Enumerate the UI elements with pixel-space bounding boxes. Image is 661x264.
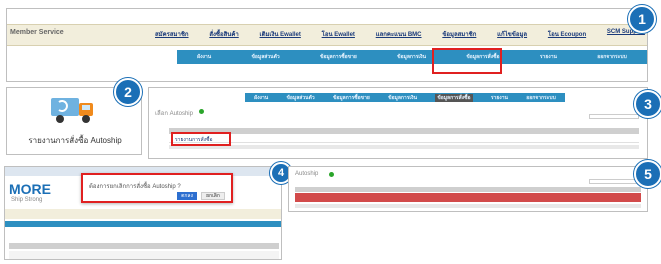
panel-autoship-report: ผังงาน ข้อมูลส่วนตัว ข้อมูลการซื้อขาย ข้… [148, 87, 648, 159]
tab-strip [5, 221, 281, 227]
dialog-message: ต้องการยกเลิกการสั่งซื้อ Autoship ? [89, 184, 181, 190]
table-header [169, 128, 639, 134]
subnav-item[interactable]: ข้อมูลการเงิน [397, 53, 426, 61]
autoship-report-label[interactable]: รายงานการสั่งซื้อ Autoship [13, 134, 137, 147]
panel-cancel-dialog: MORE Ship Strong ต้องการยกเลิกการสั่งซื้… [4, 166, 282, 260]
tab-bar: ผังงาน ข้อมูลส่วนตัว ข้อมูลการซื้อขาย ข้… [245, 93, 565, 102]
tab-item[interactable]: ข้อมูลส่วนตัว [287, 94, 315, 102]
status-label: Autoship [295, 171, 319, 177]
search-box[interactable] [589, 114, 639, 119]
nav-item[interactable]: สมัครสมาชิก [155, 29, 189, 39]
table-header [9, 243, 279, 249]
table-header [295, 187, 641, 192]
confirm-dialog: ต้องการยกเลิกการสั่งซื้อ Autoship ? ตกลง… [81, 173, 233, 203]
tab-item[interactable]: ข้อมูลการซื้อขาย [333, 94, 370, 102]
cancel-button[interactable]: ยกเลิก [201, 192, 225, 200]
nav-item[interactable]: แลกคะแนน BMC [376, 29, 422, 39]
tab-item[interactable]: ข้อมูลการสั่งซื้อ [435, 93, 473, 102]
nav-item[interactable]: ข้อมูลสมาชิก [442, 29, 476, 39]
nav-item[interactable]: โอน Ewallet [322, 29, 355, 39]
brand-sub: Ship Strong [11, 197, 43, 203]
status-dot [329, 172, 334, 177]
step-badge-3: 3 [634, 90, 661, 118]
top-nav: สมัครสมาชิก สั่งซื้อสินค้า เติมเงิน Ewal… [155, 29, 645, 39]
subnav-item[interactable]: ข้อมูลการซื้อขาย [320, 53, 357, 61]
row-link-text[interactable]: รายงานการสั่งซื้อ [175, 136, 213, 144]
step-badge-2: 2 [114, 78, 142, 106]
cancelled-row[interactable] [295, 193, 641, 202]
tab-item[interactable]: ข้อมูลการเงิน [388, 94, 417, 102]
step-badge-1: 1 [628, 5, 656, 33]
nav-item[interactable]: เติมเงิน Ewallet [260, 29, 301, 39]
tab-item[interactable]: ออกจากระบบ [526, 94, 556, 102]
app-title: Member Service [10, 29, 64, 36]
brand-logo: MORE [9, 181, 51, 197]
nav-item[interactable]: โอน Ecoupon [548, 29, 586, 39]
tab-item[interactable]: ผังงาน [254, 94, 268, 102]
panel-member-service: Member Service สมัครสมาชิก สั่งซื้อสินค้… [6, 8, 648, 82]
panel-cancelled-status: Autoship [288, 166, 648, 212]
ok-button[interactable]: ตกลง [177, 192, 197, 200]
nav-strip [5, 209, 281, 219]
tab-item[interactable]: รายงาน [491, 94, 508, 102]
subnav-item[interactable]: ข้อมูลส่วนตัว [252, 53, 280, 61]
table-footer [295, 204, 641, 208]
table-footer [169, 145, 639, 149]
truck-icon[interactable] [49, 94, 99, 126]
subnav-item[interactable]: ผังงาน [197, 53, 211, 61]
table-row [9, 251, 279, 259]
step-badge-5: 5 [634, 160, 661, 188]
nav-item[interactable]: สั่งซื้อสินค้า [209, 29, 238, 39]
status-dot [199, 109, 204, 114]
table-row[interactable] [169, 135, 639, 143]
sub-nav-bar: ผังงาน ข้อมูลส่วนตัว ข้อมูลการซื้อขาย ข้… [177, 50, 647, 64]
subnav-item[interactable]: รายงาน [540, 53, 557, 61]
nav-item[interactable]: แก้ไขข้อมูล [497, 29, 527, 39]
filter-label: เลือก Autoship [155, 111, 193, 117]
search-box[interactable] [589, 179, 639, 184]
highlight-order-info [432, 48, 502, 74]
subnav-item[interactable]: ออกจากระบบ [597, 53, 627, 61]
